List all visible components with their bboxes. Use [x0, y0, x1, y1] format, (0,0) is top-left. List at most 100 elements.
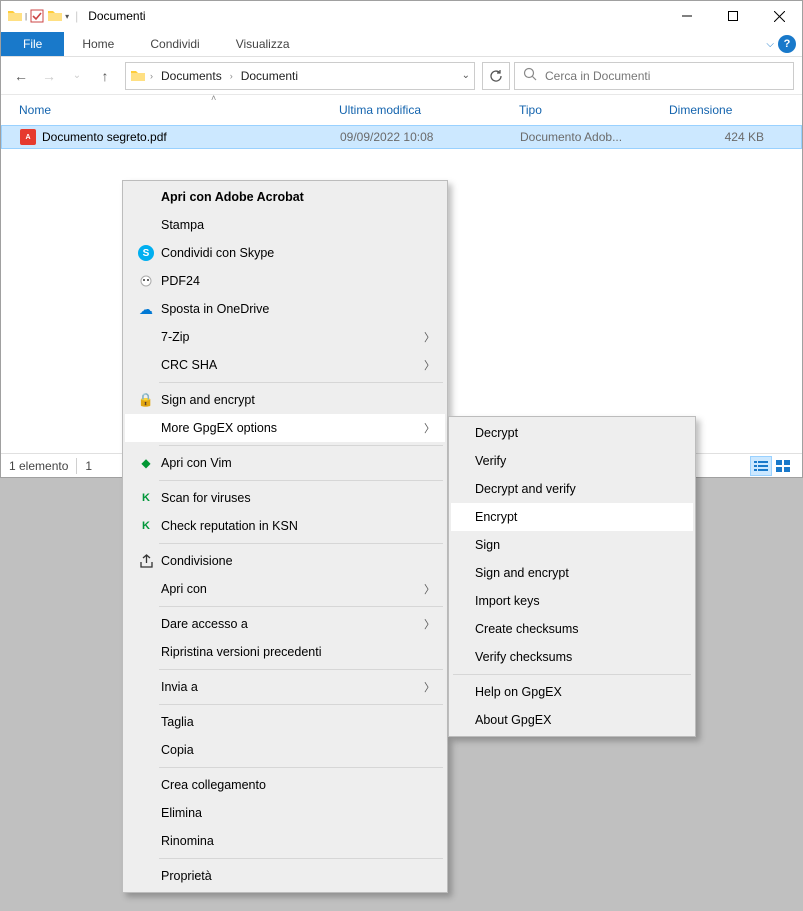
- col-name[interactable]: Nome ˄: [19, 103, 339, 117]
- submenu-item[interactable]: Sign: [451, 531, 693, 559]
- chevron-right-icon[interactable]: ›: [230, 71, 233, 81]
- sort-arrow-icon: ˄: [211, 93, 216, 103]
- submenu-item[interactable]: Create checksums: [451, 615, 693, 643]
- context-menu-item[interactable]: Stampa: [125, 211, 445, 239]
- menu-item-label: About GpgEX: [473, 713, 663, 727]
- context-menu-item[interactable]: 🔒Sign and encrypt: [125, 386, 445, 414]
- menu-item-label: Taglia: [159, 715, 415, 729]
- context-menu-item[interactable]: 7-Zip〉: [125, 323, 445, 351]
- context-menu-item[interactable]: SCondividi con Skype: [125, 239, 445, 267]
- tab-share[interactable]: Condividi: [132, 32, 217, 56]
- vim-icon: ◆: [138, 455, 154, 471]
- file-type: Documento Adob...: [520, 130, 670, 144]
- context-menu-item[interactable]: Apri con Adobe Acrobat: [125, 183, 445, 211]
- context-menu-item[interactable]: ☁Sposta in OneDrive: [125, 295, 445, 323]
- titlebar: | ▾ | Documenti: [1, 1, 802, 31]
- submenu-item[interactable]: Import keys: [451, 587, 693, 615]
- submenu-item[interactable]: Sign and encrypt: [451, 559, 693, 587]
- search-input[interactable]: Cerca in Documenti: [514, 62, 794, 90]
- submenu-item[interactable]: About GpgEX: [451, 706, 693, 734]
- search-icon: [523, 67, 537, 84]
- qat-separator: |: [25, 12, 27, 21]
- breadcrumb-folder-icon: [130, 68, 146, 84]
- address-dropdown-icon[interactable]: ⌄: [462, 70, 470, 81]
- status-selection-count: 1: [85, 459, 92, 473]
- context-menu-item[interactable]: KCheck reputation in KSN: [125, 512, 445, 540]
- submenu-item[interactable]: Decrypt and verify: [451, 475, 693, 503]
- context-menu-item[interactable]: KScan for viruses: [125, 484, 445, 512]
- submenu-item[interactable]: Help on GpgEX: [451, 678, 693, 706]
- menu-item-label: Create checksums: [473, 622, 663, 636]
- menu-item-label: Sign and encrypt: [159, 393, 415, 407]
- close-button[interactable]: [756, 1, 802, 31]
- history-dropdown[interactable]: ⌄: [65, 64, 89, 88]
- context-menu-item[interactable]: Proprietà: [125, 862, 445, 890]
- tab-view[interactable]: Visualizza: [218, 32, 308, 56]
- qat-dropdown-icon[interactable]: ▾: [65, 12, 69, 21]
- menu-item-label: Stampa: [159, 218, 415, 232]
- menu-item-label: Import keys: [473, 594, 663, 608]
- view-large-icons-button[interactable]: [772, 456, 794, 476]
- context-menu-item[interactable]: Copia: [125, 736, 445, 764]
- ribbon-tabs: File Home Condividi Visualizza ⌵ ?: [1, 31, 802, 57]
- menu-item-label: Sposta in OneDrive: [159, 302, 415, 316]
- context-menu-item[interactable]: PDF24: [125, 267, 445, 295]
- context-menu-item[interactable]: Invia a〉: [125, 673, 445, 701]
- share-icon: [138, 553, 154, 569]
- col-modified[interactable]: Ultima modifica: [339, 103, 519, 117]
- context-menu-item[interactable]: ◆Apri con Vim: [125, 449, 445, 477]
- refresh-button[interactable]: [482, 62, 510, 90]
- properties-checkbox-icon[interactable]: [29, 8, 45, 24]
- breadcrumb-documenti[interactable]: Documenti: [237, 66, 302, 86]
- context-menu-item[interactable]: Elimina: [125, 799, 445, 827]
- chevron-right-icon: 〉: [424, 616, 435, 632]
- file-size: 424 KB: [670, 130, 770, 144]
- window-title: Documenti: [88, 9, 145, 23]
- menu-item-label: Decrypt: [473, 426, 663, 440]
- folder-icon-2: [47, 8, 63, 24]
- file-list: A Documento segreto.pdf 09/09/2022 10:08…: [1, 125, 802, 149]
- chevron-right-icon[interactable]: ›: [150, 71, 153, 81]
- col-type[interactable]: Tipo: [519, 103, 669, 117]
- context-menu-item[interactable]: More GpgEX options〉: [125, 414, 445, 442]
- submenu-item[interactable]: Decrypt: [451, 419, 693, 447]
- status-divider: [76, 458, 77, 474]
- pdf24-icon: [138, 273, 154, 289]
- context-menu-item[interactable]: Crea collegamento: [125, 771, 445, 799]
- chevron-right-icon: 〉: [424, 420, 435, 436]
- menu-item-label: Sign: [473, 538, 663, 552]
- minimize-button[interactable]: [664, 1, 710, 31]
- window-controls: [664, 1, 802, 31]
- back-button[interactable]: ←: [9, 64, 33, 88]
- context-menu-item[interactable]: Apri con〉: [125, 575, 445, 603]
- context-menu-item[interactable]: Dare accesso a 〉: [125, 610, 445, 638]
- forward-button[interactable]: →: [37, 64, 61, 88]
- context-menu-item[interactable]: Condivisione: [125, 547, 445, 575]
- view-switcher: [750, 456, 794, 476]
- submenu-item[interactable]: Encrypt: [451, 503, 693, 531]
- maximize-button[interactable]: [710, 1, 756, 31]
- menu-item-label: Ripristina versioni precedenti: [159, 645, 415, 659]
- file-tab[interactable]: File: [1, 32, 64, 56]
- tab-home[interactable]: Home: [64, 32, 132, 56]
- menu-separator: [159, 543, 443, 544]
- menu-item-label: Dare accesso a: [159, 617, 415, 631]
- up-button[interactable]: ↑: [93, 64, 117, 88]
- context-menu-item[interactable]: CRC SHA〉: [125, 351, 445, 379]
- chevron-right-icon: 〉: [424, 679, 435, 695]
- address-bar[interactable]: › Documents › Documenti ⌄: [125, 62, 475, 90]
- context-menu-item[interactable]: Ripristina versioni precedenti: [125, 638, 445, 666]
- file-row[interactable]: A Documento segreto.pdf 09/09/2022 10:08…: [1, 125, 802, 149]
- submenu-item[interactable]: Verify: [451, 447, 693, 475]
- view-details-button[interactable]: [750, 456, 772, 476]
- menu-separator: [453, 674, 691, 675]
- help-icon[interactable]: ?: [778, 35, 796, 53]
- submenu-item[interactable]: Verify checksums: [451, 643, 693, 671]
- menu-item-label: Rinomina: [159, 834, 415, 848]
- col-size[interactable]: Dimensione: [669, 103, 769, 117]
- ribbon-expand-icon[interactable]: ⌵: [766, 39, 774, 50]
- context-menu-item[interactable]: Rinomina: [125, 827, 445, 855]
- context-menu-item[interactable]: Taglia: [125, 708, 445, 736]
- menu-item-label: PDF24: [159, 274, 415, 288]
- breadcrumb-documents[interactable]: Documents: [157, 66, 226, 86]
